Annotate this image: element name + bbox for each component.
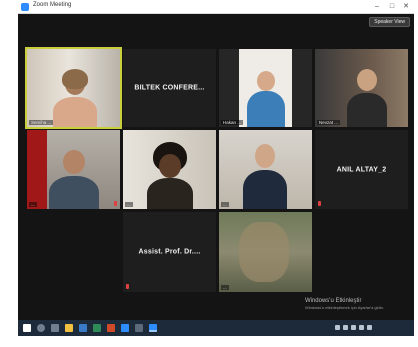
title-bar: Zoom Meeting – □ ✕ [18,0,414,14]
zoom-active-icon[interactable] [149,324,157,332]
speaker-view-button[interactable]: Speaker View [369,17,410,27]
participant-tile[interactable]: ... [123,130,216,209]
minimize-button[interactable]: – [370,1,384,12]
participant-body [53,97,97,127]
zoom-app-icon [21,3,29,11]
task-view-icon[interactable] [51,324,59,332]
participant-name: Assist. Prof. Dr.... [138,248,201,256]
gallery-view: Speaker View Semiha ... BILTEK CONFERE..… [18,14,414,320]
participant-hair [62,69,88,89]
watermark-subtitle: Windows'u etkinleştirmek için Ayarlar'a … [304,305,384,310]
participant-name: ANIL ALTAY_2 [336,166,387,173]
muted-mic-icon [126,284,129,289]
store-icon[interactable] [79,324,87,332]
participant-tile[interactable]: BILTEK CONFERE... [123,49,216,127]
participant-body [243,170,287,209]
participant-tile[interactable]: Nevzat ... [315,49,408,127]
participant-head [255,144,275,168]
participant-head [63,150,85,174]
zoom-taskbar-icon[interactable] [121,324,129,332]
search-icon[interactable] [37,324,45,332]
windows-activation-watermark: Windows'u Etkinleştir Windows'u etkinleş… [305,298,384,310]
participant-name: Hakan ... [221,120,244,125]
network-icon[interactable] [351,325,356,330]
participant-name: ... [221,285,229,290]
participant-tile[interactable]: ... [219,130,312,209]
participant-tile[interactable]: Semiha ... [25,47,122,129]
zoom-window: Zoom Meeting – □ ✕ Speaker View Semiha .… [0,0,418,347]
participant-name: ... [29,202,37,207]
participant-body [347,93,387,127]
participant-tile[interactable]: ANIL ALTAY_2 [315,130,408,209]
participant-name: Nevzat ... [317,120,341,125]
background-foliage [239,222,289,282]
windows-start-icon[interactable] [23,324,31,332]
participant-tile[interactable]: ... [27,130,120,209]
participant-name: BILTEK CONFERE... [134,84,205,92]
window-title: Zoom Meeting [33,2,72,8]
participant-tile[interactable]: Hakan ... [219,49,312,127]
participant-body [49,176,99,209]
participant-body [247,91,285,127]
volume-icon[interactable] [359,325,364,330]
participant-tile[interactable]: ... [219,212,312,292]
file-explorer-icon[interactable] [65,324,73,332]
app-icon[interactable] [135,324,143,332]
watermark-title: Windows'u Etkinleştir [304,298,362,304]
participant-body [147,178,193,209]
tray-icon[interactable] [343,325,348,330]
participant-name: ... [221,202,229,207]
participant-head [159,154,181,178]
muted-mic-icon [318,201,321,206]
maximize-button[interactable]: □ [385,1,399,12]
windows-taskbar [18,320,414,336]
close-button[interactable]: ✕ [399,1,413,12]
participant-head [357,69,377,91]
participant-name: Semiha ... [29,120,54,125]
muted-mic-icon [114,201,117,206]
app-icon[interactable] [107,324,115,332]
language-icon[interactable] [367,325,372,330]
participant-head [257,71,275,91]
tray-icon[interactable] [335,325,340,330]
participant-name: ... [125,202,133,207]
participant-tile[interactable]: Assist. Prof. Dr.... [123,212,216,292]
app-icon[interactable] [93,324,101,332]
flag [27,130,47,209]
